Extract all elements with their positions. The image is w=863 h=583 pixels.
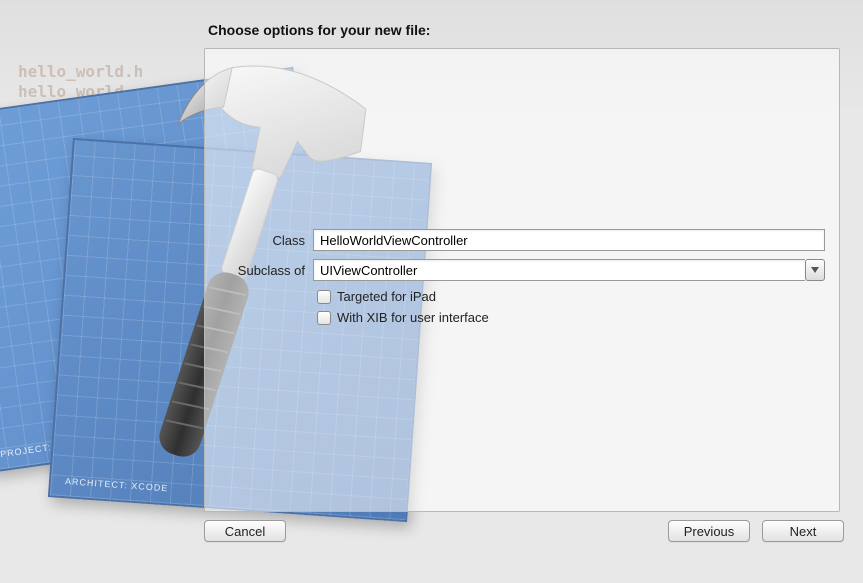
previous-button[interactable]: Previous xyxy=(668,520,750,542)
subclass-dropdown-button[interactable] xyxy=(805,259,825,281)
subclass-row: Subclass of xyxy=(205,259,839,281)
next-button[interactable]: Next xyxy=(762,520,844,542)
targeted-for-ipad-checkbox[interactable] xyxy=(317,290,331,304)
xib-check-row: With XIB for user interface xyxy=(205,310,839,325)
ipad-check-row: Targeted for iPad xyxy=(205,289,839,304)
class-input[interactable] xyxy=(313,229,825,251)
with-xib-label[interactable]: With XIB for user interface xyxy=(337,310,489,325)
button-spacer xyxy=(298,520,656,542)
subclass-label: Subclass of xyxy=(219,263,305,278)
class-label: Class xyxy=(219,233,305,248)
subclass-input[interactable] xyxy=(313,259,805,281)
subclass-combo xyxy=(313,259,825,281)
with-xib-checkbox[interactable] xyxy=(317,311,331,325)
sheet-body: Class Subclass of Targeted for iPad With… xyxy=(204,48,840,512)
chevron-down-icon xyxy=(811,267,819,273)
class-row: Class xyxy=(205,229,839,251)
bg-filename-1: hello_world.h xyxy=(18,62,143,81)
button-bar: Cancel Previous Next xyxy=(204,520,844,542)
cancel-button[interactable]: Cancel xyxy=(204,520,286,542)
targeted-for-ipad-label[interactable]: Targeted for iPad xyxy=(337,289,436,304)
new-file-options-sheet: Choose options for your new file: Class … xyxy=(204,22,844,562)
blueprint-label-2: ARCHITECT: XCODE xyxy=(65,476,169,493)
sheet-title: Choose options for your new file: xyxy=(204,22,844,38)
